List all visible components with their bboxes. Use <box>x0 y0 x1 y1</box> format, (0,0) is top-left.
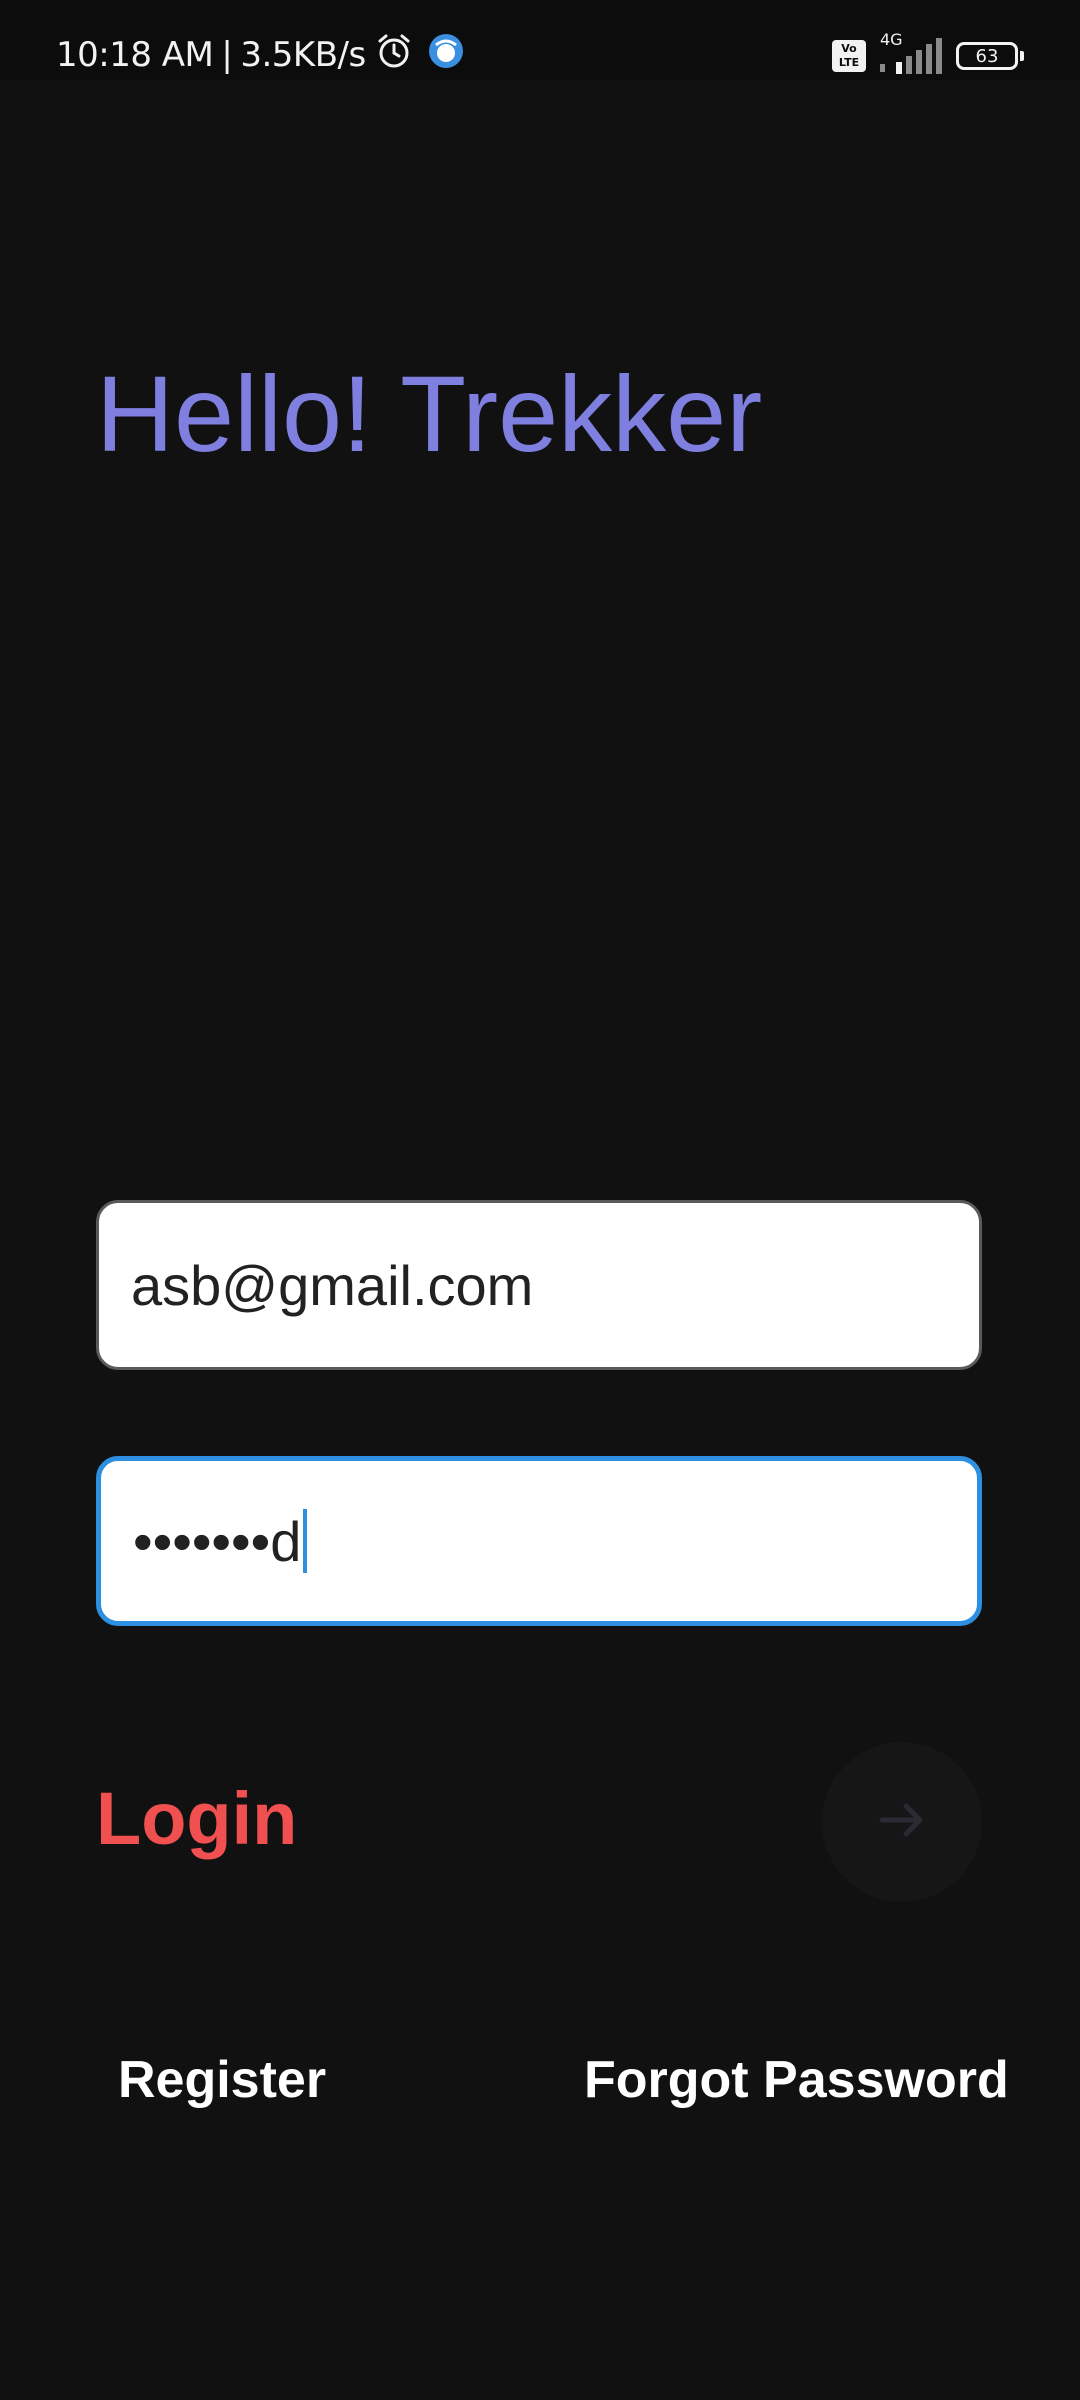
battery-level: 63 <box>975 45 999 67</box>
status-left: 10:18 AM | 3.5KB/s <box>56 30 466 80</box>
status-separator: | <box>221 35 233 75</box>
email-field-value: asb@gmail.com <box>131 1253 534 1317</box>
arrow-right-icon <box>874 1792 930 1853</box>
status-time: 10:18 AM <box>56 35 214 75</box>
volte-icon: Vo LTE <box>832 40 866 72</box>
signal-icon: 4G <box>878 30 944 76</box>
battery-icon: 63 <box>956 42 1024 70</box>
password-field-value: •••••••d <box>133 1509 302 1573</box>
email-field[interactable]: asb@gmail.com <box>96 1200 982 1370</box>
login-button[interactable] <box>822 1742 982 1902</box>
alarm-icon <box>374 31 414 80</box>
register-link[interactable]: Register <box>118 2050 326 2110</box>
status-right: Vo LTE 4G 63 <box>832 30 1024 78</box>
login-label: Login <box>96 1777 298 1860</box>
page-title: Hello! Trekker <box>96 353 763 474</box>
network-speed: 3.5KB/s <box>240 35 366 75</box>
password-field[interactable]: •••••••d <box>96 1456 982 1626</box>
text-cursor <box>303 1509 308 1573</box>
forgot-password-link[interactable]: Forgot Password <box>584 2050 1009 2110</box>
browser-app-icon <box>426 31 466 80</box>
status-bar: 10:18 AM | 3.5KB/s Vo LTE 4G 63 <box>0 0 1080 80</box>
